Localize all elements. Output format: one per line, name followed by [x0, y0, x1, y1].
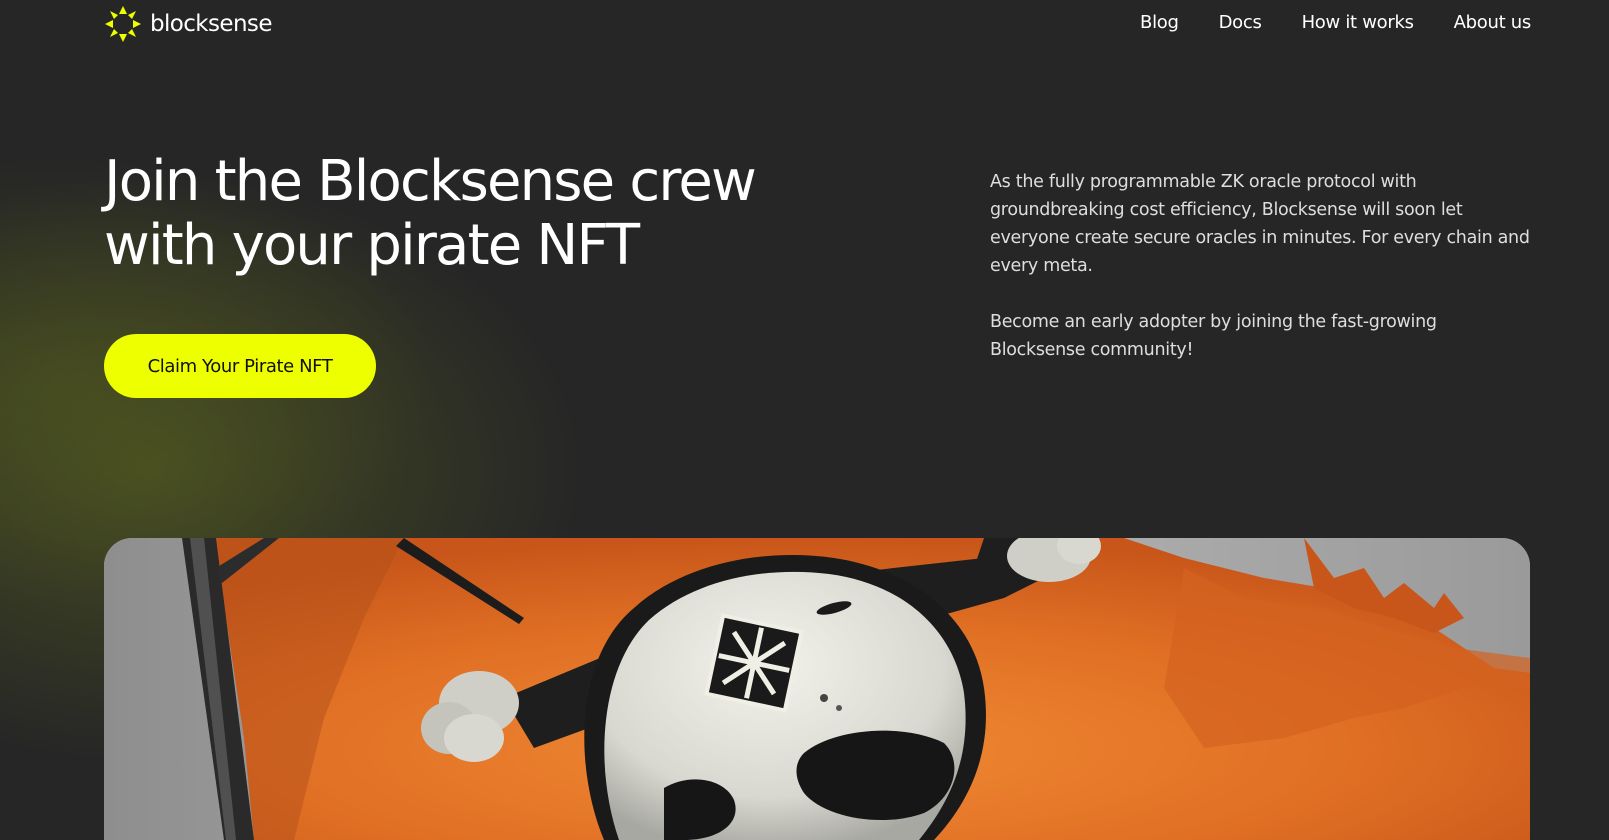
pirate-nft-image: [104, 538, 1530, 840]
site-header: blocksense Blog Docs How it works About …: [0, 0, 1609, 48]
pirate-skull-flag-image: [104, 538, 1530, 840]
nav-link-about-us[interactable]: About us: [1454, 12, 1532, 33]
main-nav: Blog Docs How it works About us: [1140, 12, 1531, 33]
nav-link-blog[interactable]: Blog: [1140, 12, 1179, 33]
nav-link-docs[interactable]: Docs: [1219, 12, 1262, 33]
logo-text: blocksense: [150, 11, 272, 37]
description-paragraph: Become an early adopter by joining the f…: [990, 312, 1437, 360]
nav-link-how-it-works[interactable]: How it works: [1302, 12, 1414, 33]
hero-title: Join the Blocksense crew with your pirat…: [104, 149, 757, 278]
hero-description: As the fully programmable ZK oracle prot…: [990, 168, 1530, 392]
blocksense-logo-icon: [104, 5, 142, 43]
logo-link[interactable]: blocksense: [104, 5, 272, 43]
description-paragraph: As the fully programmable ZK oracle prot…: [990, 172, 1530, 276]
claim-nft-button[interactable]: Claim Your Pirate NFT: [104, 334, 376, 398]
